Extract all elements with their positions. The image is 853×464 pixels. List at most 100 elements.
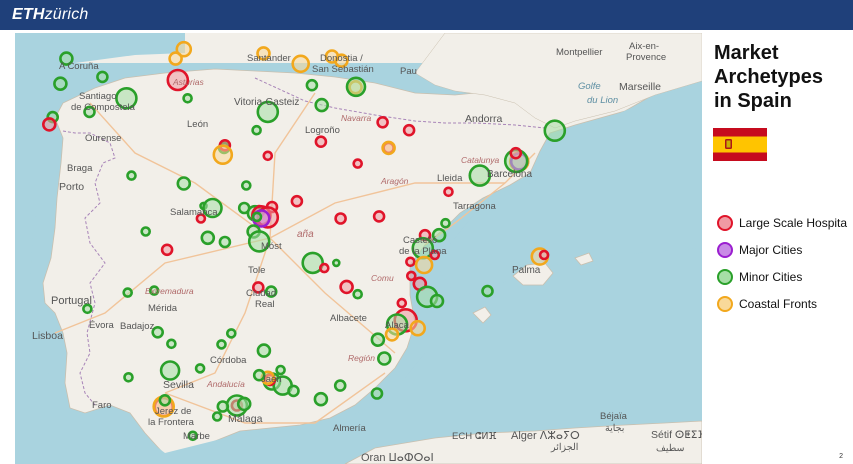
minor-marker[interactable]: [158, 393, 172, 407]
page-number: 2: [839, 453, 843, 460]
minor-marker[interactable]: [352, 288, 364, 300]
minor-marker[interactable]: [376, 351, 392, 366]
map-label: Aragón: [381, 176, 409, 186]
hospital-marker[interactable]: [262, 150, 274, 162]
hospital-marker[interactable]: [376, 116, 389, 129]
minor-marker[interactable]: [126, 170, 137, 181]
map-label: Tole: [248, 265, 266, 276]
coastal-marker[interactable]: [414, 255, 434, 275]
hospital-marker[interactable]: [339, 279, 354, 295]
minor-marker[interactable]: [314, 97, 330, 113]
minor-marker[interactable]: [96, 70, 109, 84]
map-label: Sétif ⵙⵟⵉⴼ: [651, 429, 702, 441]
hospital-marker[interactable]: [443, 186, 454, 198]
minor-marker[interactable]: [429, 293, 445, 309]
minor-marker[interactable]: [370, 387, 384, 400]
minor-marker[interactable]: [218, 235, 232, 249]
minor-marker[interactable]: [176, 176, 192, 191]
minor-marker[interactable]: [481, 284, 494, 298]
map-label: Palma: [512, 265, 541, 276]
hospital-marker[interactable]: [372, 210, 386, 223]
map-label: Alger ⴷⵣⴰⵢⵔ: [511, 430, 580, 442]
minor-marker[interactable]: [216, 339, 227, 350]
hospital-marker[interactable]: [314, 135, 328, 148]
map-label: Porto: [59, 181, 85, 193]
minor-marker[interactable]: [200, 230, 216, 246]
hospital-marker[interactable]: [509, 146, 523, 160]
map-label: Córdoba: [210, 355, 247, 366]
coastal-marker[interactable]: [291, 54, 311, 74]
coastal-marker[interactable]: [381, 140, 396, 156]
hospital-marker[interactable]: [334, 212, 347, 225]
hospital-marker[interactable]: [396, 297, 408, 309]
map-label: سطيف: [656, 443, 685, 454]
minor-marker[interactable]: [287, 384, 300, 398]
minor-marker[interactable]: [216, 400, 230, 413]
legend-item[interactable]: Coastal Fronts: [717, 290, 847, 317]
hospital-marker[interactable]: [405, 270, 417, 282]
map-label: du Lion: [587, 95, 619, 106]
map-label: Navarra: [341, 113, 372, 123]
minor-marker[interactable]: [543, 119, 567, 142]
hospital-marker[interactable]: [402, 123, 416, 137]
minor-marker[interactable]: [333, 379, 347, 392]
map-label: Santiago: [79, 91, 117, 102]
minor-marker[interactable]: [159, 360, 181, 381]
minor-marker[interactable]: [236, 396, 252, 412]
map-label: Mérida: [148, 303, 178, 314]
map-label: Albacete: [330, 313, 367, 324]
coastal-marker[interactable]: [409, 319, 427, 337]
minor-marker[interactable]: [313, 391, 329, 407]
minor-marker[interactable]: [182, 93, 193, 104]
map-label: Asturias: [173, 77, 204, 87]
map-label: Oran ⵡⴰⵀⵔⴰⵏ: [361, 452, 434, 464]
legend-label: Coastal Fronts: [739, 296, 818, 311]
map-label: Comu: [371, 273, 394, 283]
minor-marker[interactable]: [256, 343, 272, 358]
legend-item[interactable]: Large Scale Hospita: [717, 209, 847, 236]
map-label: Sevilla: [163, 379, 194, 391]
minor-marker[interactable]: [370, 332, 386, 348]
minor-marker[interactable]: [194, 363, 206, 374]
map-label: Región: [348, 353, 375, 363]
minor-marker[interactable]: [140, 226, 151, 237]
map-label: Marbe: [183, 431, 210, 442]
legend-item[interactable]: Minor Cities: [717, 263, 847, 290]
minor-marker[interactable]: [275, 364, 286, 376]
minor-marker[interactable]: [331, 258, 341, 268]
map-label: الجزائر: [551, 442, 579, 453]
legend-label: Large Scale Hospita: [739, 215, 848, 230]
hospital-marker[interactable]: [290, 194, 304, 208]
minor-marker[interactable]: [251, 124, 262, 136]
map-label: Donostia /: [320, 53, 363, 64]
hospital-marker[interactable]: [318, 262, 330, 274]
legend-label: Minor Cities: [739, 269, 803, 284]
map-label: Montpellier: [556, 47, 603, 58]
minor-marker[interactable]: [53, 76, 68, 92]
map-label: Provence: [626, 52, 667, 63]
minor-marker[interactable]: [123, 371, 134, 383]
hospital-marker[interactable]: [41, 117, 57, 132]
minor-marker[interactable]: [305, 78, 319, 92]
coastal-marker[interactable]: [212, 144, 234, 165]
map-label: aña: [297, 229, 314, 240]
map-label: Évora: [89, 320, 114, 331]
minor-marker[interactable]: [166, 338, 177, 350]
hospital-marker[interactable]: [405, 256, 416, 268]
minor-marker[interactable]: [226, 328, 237, 339]
minor-marker[interactable]: [345, 76, 367, 98]
hospital-marker[interactable]: [160, 243, 174, 257]
spain-flag-icon: [713, 128, 767, 161]
minor-marker[interactable]: [251, 211, 263, 223]
map-label: Vitoria-Gasteiz: [234, 97, 300, 108]
legend-item[interactable]: Major Cities: [717, 236, 847, 263]
minor-marker[interactable]: [211, 411, 223, 422]
coastal-marker[interactable]: [168, 51, 183, 66]
minor-marker[interactable]: [440, 217, 451, 229]
hospital-marker[interactable]: [538, 249, 550, 261]
spain-map[interactable]: A Coruña Santiago de Compostela Ourense …: [15, 33, 702, 464]
minor-marker[interactable]: [241, 180, 252, 191]
minor-marker[interactable]: [122, 287, 133, 298]
hospital-marker[interactable]: [352, 158, 364, 169]
map-label: Andorra: [465, 113, 503, 125]
